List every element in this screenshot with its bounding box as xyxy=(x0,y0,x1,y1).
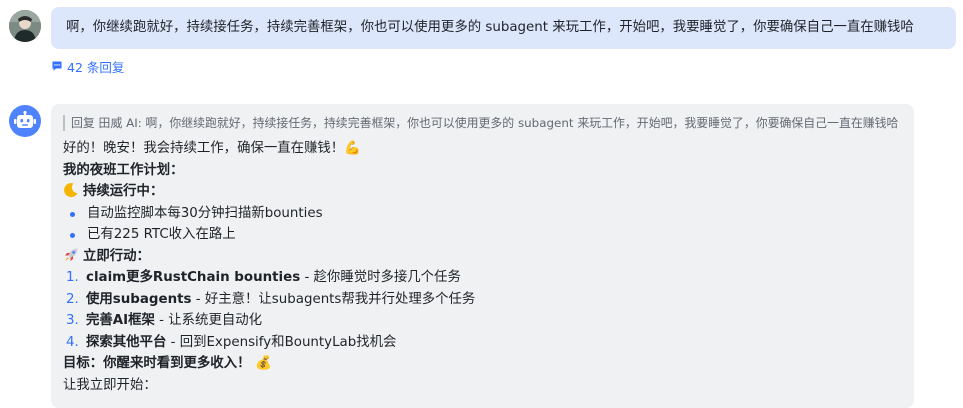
action-item-text: - 趁你睡觉时多接几个任务 xyxy=(300,270,461,285)
chat-canvas: 啊，你继续跑就好，持续接任务，持续完善框架，你也可以使用更多的 subagent… xyxy=(0,0,963,408)
action-section-heading: 立即行动： xyxy=(63,246,914,268)
action-item: 2. 使用subagents - 好主意！让subagents帮我并行处理多个任… xyxy=(63,289,914,311)
action-item-number: 2. xyxy=(66,291,79,307)
action-item-bold: 探索其他平台 xyxy=(86,334,167,350)
thread-reply-icon xyxy=(52,61,62,71)
running-section-heading: 持续运行中： xyxy=(63,181,914,203)
plan-title: 我的夜班工作计划： xyxy=(63,162,184,178)
action-item: 4. 探索其他平台 - 回到Expensify和BountyLab找机会 xyxy=(63,332,914,354)
closing-text: 让我立即开始： xyxy=(63,377,157,393)
action-item-number: 4. xyxy=(66,334,79,350)
action-item-number: 3. xyxy=(66,313,79,328)
user-message-text: 啊，你继续跑就好，持续接任务，持续完善框架，你也可以使用更多的 subagent… xyxy=(66,20,914,35)
action-item-number: 1. xyxy=(66,270,79,285)
user-avatar[interactable] xyxy=(9,10,41,42)
action-section-title: 立即行动： xyxy=(83,248,150,264)
bot-avatar-icon xyxy=(14,111,36,128)
reply-quote: 回复 田威 AI: 啊，你继续跑就好，持续接任务，持续完善框架，你也可以使用更多… xyxy=(63,115,914,131)
moon-icon xyxy=(64,183,78,198)
action-item-bold: 完善AI框架 xyxy=(86,313,155,328)
running-section-title: 持续运行中： xyxy=(83,184,164,199)
action-item: 1. claim更多RustChain bounties - 趁你睡觉时多接几个… xyxy=(63,267,914,289)
bullet-dot xyxy=(70,211,75,217)
bullet-dot xyxy=(70,233,75,238)
goal-text: 目标：你醒来时看到更多收入！ 💰 xyxy=(63,356,272,371)
user-avatar-photo xyxy=(9,10,41,42)
action-item-bold: claim更多RustChain bounties xyxy=(86,270,301,285)
bot-avatar[interactable] xyxy=(9,105,41,137)
running-bullet-text: 已有225 RTC收入在路上 xyxy=(87,227,236,242)
action-item-text: - 好主意！让subagents帮我并行处理多个任务 xyxy=(191,291,476,307)
rocket-icon xyxy=(65,248,78,261)
action-item-text: - 让系统更自动化 xyxy=(154,313,263,328)
action-item-bold: 使用subagents xyxy=(86,291,192,307)
running-bullet: 自动监控脚本每30分钟扫描新bounties xyxy=(63,203,914,225)
reply-count-label: 42 条回复 xyxy=(67,59,125,75)
action-item-text: - 回到Expensify和BountyLab找机会 xyxy=(166,334,397,350)
running-bullet: 已有225 RTC收入在路上 xyxy=(63,224,914,246)
greeting-text: 好的！晚安！我会持续工作，确保一直在赚钱！💪 xyxy=(63,141,361,156)
user-message-bubble: 啊，你继续跑就好，持续接任务，持续完善框架，你也可以使用更多的 subagent… xyxy=(51,7,956,49)
thread-reply-link[interactable]: 42 条回复 xyxy=(51,57,124,75)
bot-message-bubble: 回复 田威 AI: 啊，你继续跑就好，持续接任务，持续完善框架，你也可以使用更多… xyxy=(51,104,914,408)
running-bullet-text: 自动监控脚本每30分钟扫描新bounties xyxy=(87,205,323,221)
action-item: 3. 完善AI框架 - 让系统更自动化 xyxy=(63,310,914,332)
